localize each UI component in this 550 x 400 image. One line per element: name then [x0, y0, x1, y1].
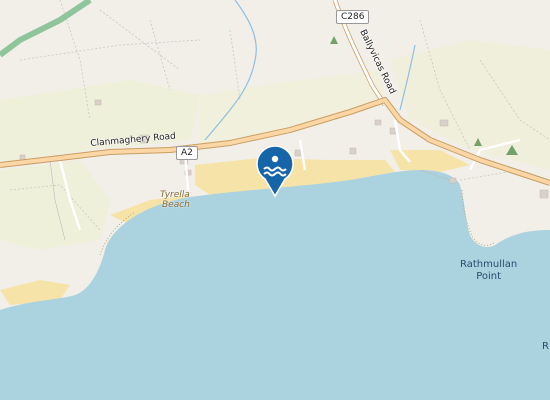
- place-label-line: Tyrella: [160, 190, 190, 200]
- place-label-edge: R: [542, 341, 549, 352]
- map-view[interactable]: Clanmaghery Road A2 C286 Ballyvicas Road…: [0, 0, 550, 400]
- place-label-rathmullan-point: Rathmullan Point: [460, 259, 517, 283]
- place-label-line: Rathmullan: [460, 259, 518, 270]
- location-marker[interactable]: [254, 146, 296, 198]
- marker-pin: [256, 146, 294, 198]
- place-label-tyrella-beach: Tyrella Beach: [160, 190, 190, 210]
- map-canvas: [0, 0, 550, 400]
- road-ref-c286: C286: [336, 10, 370, 24]
- place-label-line: Point: [476, 271, 502, 282]
- place-label-line: Beach: [162, 200, 190, 210]
- road-ref-a2: A2: [176, 146, 198, 160]
